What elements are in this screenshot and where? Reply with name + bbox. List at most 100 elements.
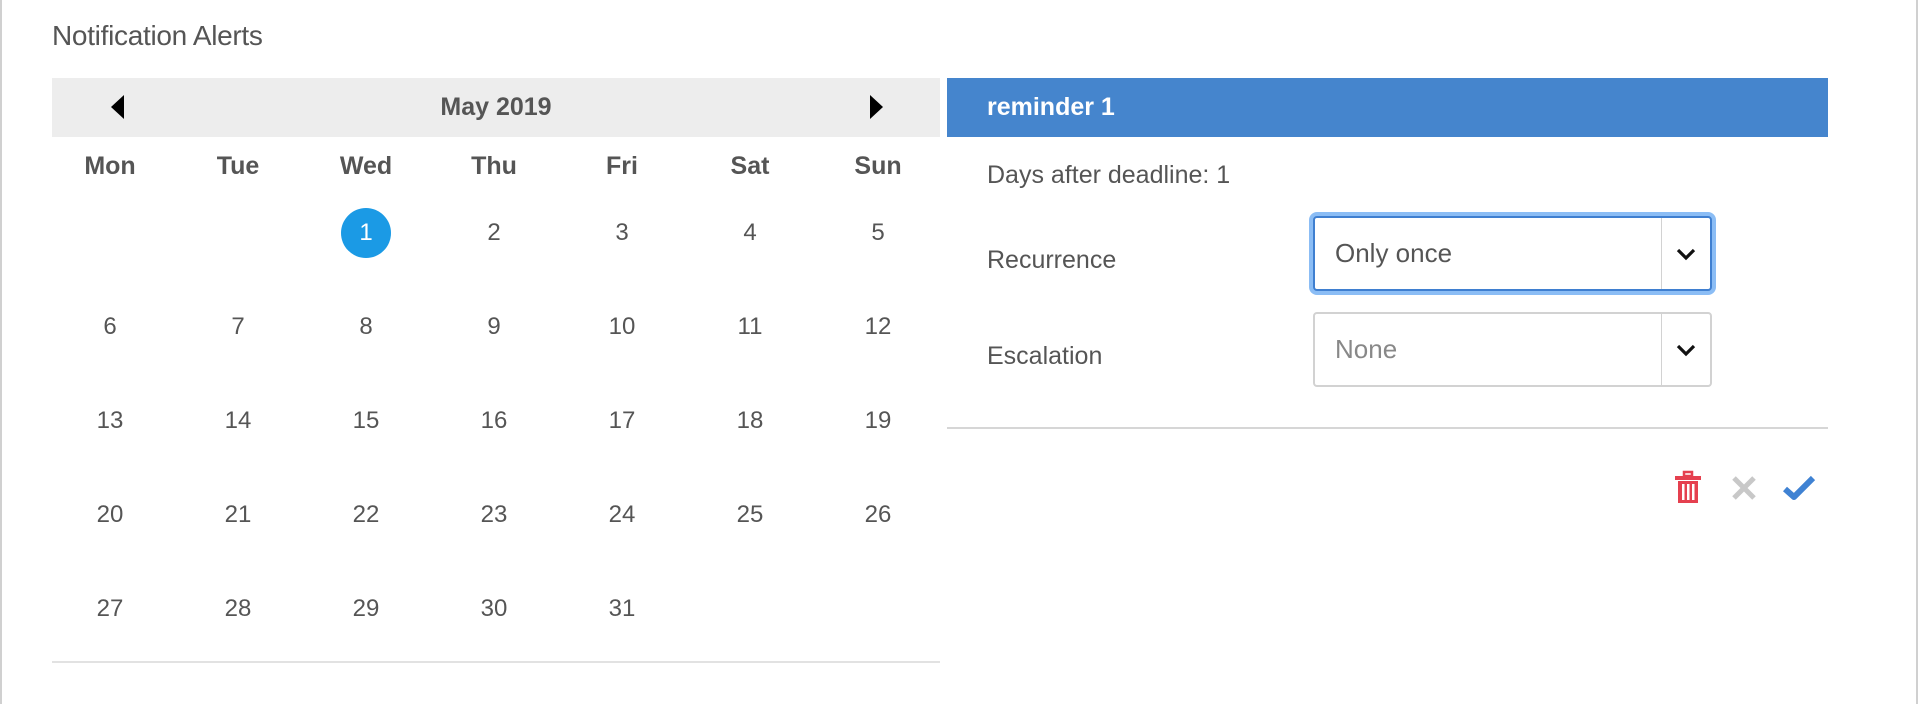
calendar-day[interactable]: 27 bbox=[46, 571, 174, 665]
calendar-day[interactable]: 31 bbox=[558, 571, 686, 665]
calendar-day[interactable]: 4 bbox=[686, 195, 814, 289]
check-icon bbox=[1783, 475, 1816, 500]
delete-button[interactable] bbox=[1671, 470, 1705, 506]
calendar-day-label: 28 bbox=[224, 595, 252, 622]
calendar-day[interactable]: 3 bbox=[558, 195, 686, 289]
calendar-day-label: 6 bbox=[103, 313, 117, 340]
calendar-day-label: 30 bbox=[480, 595, 508, 622]
calendar-day-label: 11 bbox=[737, 313, 763, 340]
calendar-day[interactable]: 13 bbox=[46, 383, 174, 477]
calendar-day[interactable]: 18 bbox=[686, 383, 814, 477]
chevron-down-icon bbox=[1676, 344, 1696, 357]
calendar-day[interactable]: 20 bbox=[46, 477, 174, 571]
close-icon bbox=[1732, 476, 1756, 500]
caret-right-icon bbox=[870, 95, 883, 119]
empty-day-cell bbox=[174, 195, 302, 289]
calendar-day[interactable]: 12 bbox=[814, 289, 942, 383]
calendar-day[interactable]: 9 bbox=[430, 289, 558, 383]
calendar-day[interactable]: 28 bbox=[174, 571, 302, 665]
calendar-day-label: 5 bbox=[871, 219, 885, 246]
escalation-placeholder: None bbox=[1335, 334, 1398, 364]
calendar-day-label: 27 bbox=[96, 595, 124, 622]
calendar-day[interactable]: 6 bbox=[46, 289, 174, 383]
weekday-header: Mon bbox=[84, 152, 136, 180]
calendar-day-label: 1 bbox=[341, 208, 391, 258]
calendar-header: May 2019 bbox=[52, 78, 940, 137]
calendar-day-label: 4 bbox=[743, 219, 757, 246]
calendar-day-label: 8 bbox=[359, 313, 373, 340]
calendar-day-label: 10 bbox=[608, 313, 636, 340]
calendar-day[interactable]: 17 bbox=[558, 383, 686, 477]
calendar-month-label: May 2019 bbox=[440, 93, 552, 121]
reminder-title: reminder 1 bbox=[987, 93, 1115, 121]
calendar-day-label: 19 bbox=[864, 407, 892, 434]
weekday-header: Tue bbox=[216, 152, 260, 180]
calendar-day[interactable]: 11 bbox=[686, 289, 814, 383]
next-month-button[interactable] bbox=[864, 95, 888, 121]
calendar-day[interactable]: 2 bbox=[430, 195, 558, 289]
chevron-down-icon bbox=[1676, 248, 1696, 261]
calendar-day-label: 17 bbox=[608, 407, 636, 434]
select-separator bbox=[1661, 218, 1662, 289]
calendar-day[interactable]: 16 bbox=[430, 383, 558, 477]
calendar-day[interactable]: 25 bbox=[686, 477, 814, 571]
calendar-day-label: 2 bbox=[487, 219, 501, 246]
calendar-day-label: 9 bbox=[487, 313, 501, 340]
calendar-day-label: 20 bbox=[96, 501, 124, 528]
panel-right-border bbox=[1916, 0, 1918, 704]
weekday-header: Fri bbox=[606, 152, 638, 180]
calendar-day[interactable]: 5 bbox=[814, 195, 942, 289]
calendar-day[interactable]: 23 bbox=[430, 477, 558, 571]
recurrence-value: Only once bbox=[1335, 238, 1453, 268]
calendar-day-label: 26 bbox=[864, 501, 892, 528]
calendar-day-label: 7 bbox=[231, 313, 245, 340]
calendar-day[interactable]: 30 bbox=[430, 571, 558, 665]
weekday-header: Sun bbox=[854, 152, 902, 180]
calendar-day[interactable]: 8 bbox=[302, 289, 430, 383]
calendar-day[interactable]: 14 bbox=[174, 383, 302, 477]
weekday-header: Wed bbox=[339, 152, 393, 180]
escalation-label: Escalation bbox=[987, 342, 1103, 370]
weekday-header: Thu bbox=[471, 152, 517, 180]
calendar-day-label: 21 bbox=[224, 501, 252, 528]
calendar-day[interactable]: 10 bbox=[558, 289, 686, 383]
page-title: Notification Alerts bbox=[52, 20, 263, 51]
calendar-day[interactable]: 21 bbox=[174, 477, 302, 571]
reminder-divider bbox=[947, 427, 1828, 429]
calendar-day-label: 16 bbox=[480, 407, 508, 434]
reminder-header: reminder 1 bbox=[947, 78, 1828, 137]
calendar-day-label: 29 bbox=[352, 595, 380, 622]
calendar-day-label: 23 bbox=[480, 501, 508, 528]
calendar-day-label: 31 bbox=[608, 595, 636, 622]
escalation-select[interactable]: None bbox=[1313, 312, 1712, 387]
confirm-button[interactable] bbox=[1782, 470, 1816, 506]
days-after-deadline: Days after deadline: 1 bbox=[987, 161, 1231, 189]
calendar-day[interactable]: 29 bbox=[302, 571, 430, 665]
calendar-day[interactable]: 24 bbox=[558, 477, 686, 571]
weekday-header: Sat bbox=[730, 152, 770, 180]
calendar-day[interactable]: 26 bbox=[814, 477, 942, 571]
calendar-grid: Mon Tue Wed Thu Fri Sat Sun 1 2 3 4 5 6 7 8 9 10 11 12 13 14… bbox=[46, 137, 942, 665]
calendar-day[interactable]: 15 bbox=[302, 383, 430, 477]
calendar-day-label: 18 bbox=[736, 407, 764, 434]
calendar-day-label: 24 bbox=[608, 501, 636, 528]
empty-day-cell bbox=[46, 195, 174, 289]
calendar-divider bbox=[52, 661, 940, 663]
calendar: May 2019 Mon Tue Wed Thu Fri Sat Sun 1 2 3 4 5 6 7 8 9 1… bbox=[52, 78, 940, 665]
calendar-day-label: 22 bbox=[352, 501, 380, 528]
calendar-day-label: 14 bbox=[224, 407, 252, 434]
recurrence-label: Recurrence bbox=[987, 246, 1117, 274]
calendar-day[interactable]: 22 bbox=[302, 477, 430, 571]
calendar-day-label: 25 bbox=[736, 501, 764, 528]
panel-left-border bbox=[0, 0, 2, 704]
calendar-day-label: 15 bbox=[352, 407, 380, 434]
select-separator bbox=[1661, 314, 1662, 385]
cancel-button[interactable] bbox=[1727, 470, 1761, 506]
calendar-day-label: 13 bbox=[96, 407, 124, 434]
calendar-day-label: 3 bbox=[615, 219, 629, 246]
recurrence-select[interactable]: Only once bbox=[1313, 216, 1712, 291]
calendar-day-label: 12 bbox=[864, 313, 892, 340]
calendar-day[interactable]: 7 bbox=[174, 289, 302, 383]
calendar-day-selected[interactable]: 1 bbox=[302, 195, 430, 289]
calendar-day[interactable]: 19 bbox=[814, 383, 942, 477]
